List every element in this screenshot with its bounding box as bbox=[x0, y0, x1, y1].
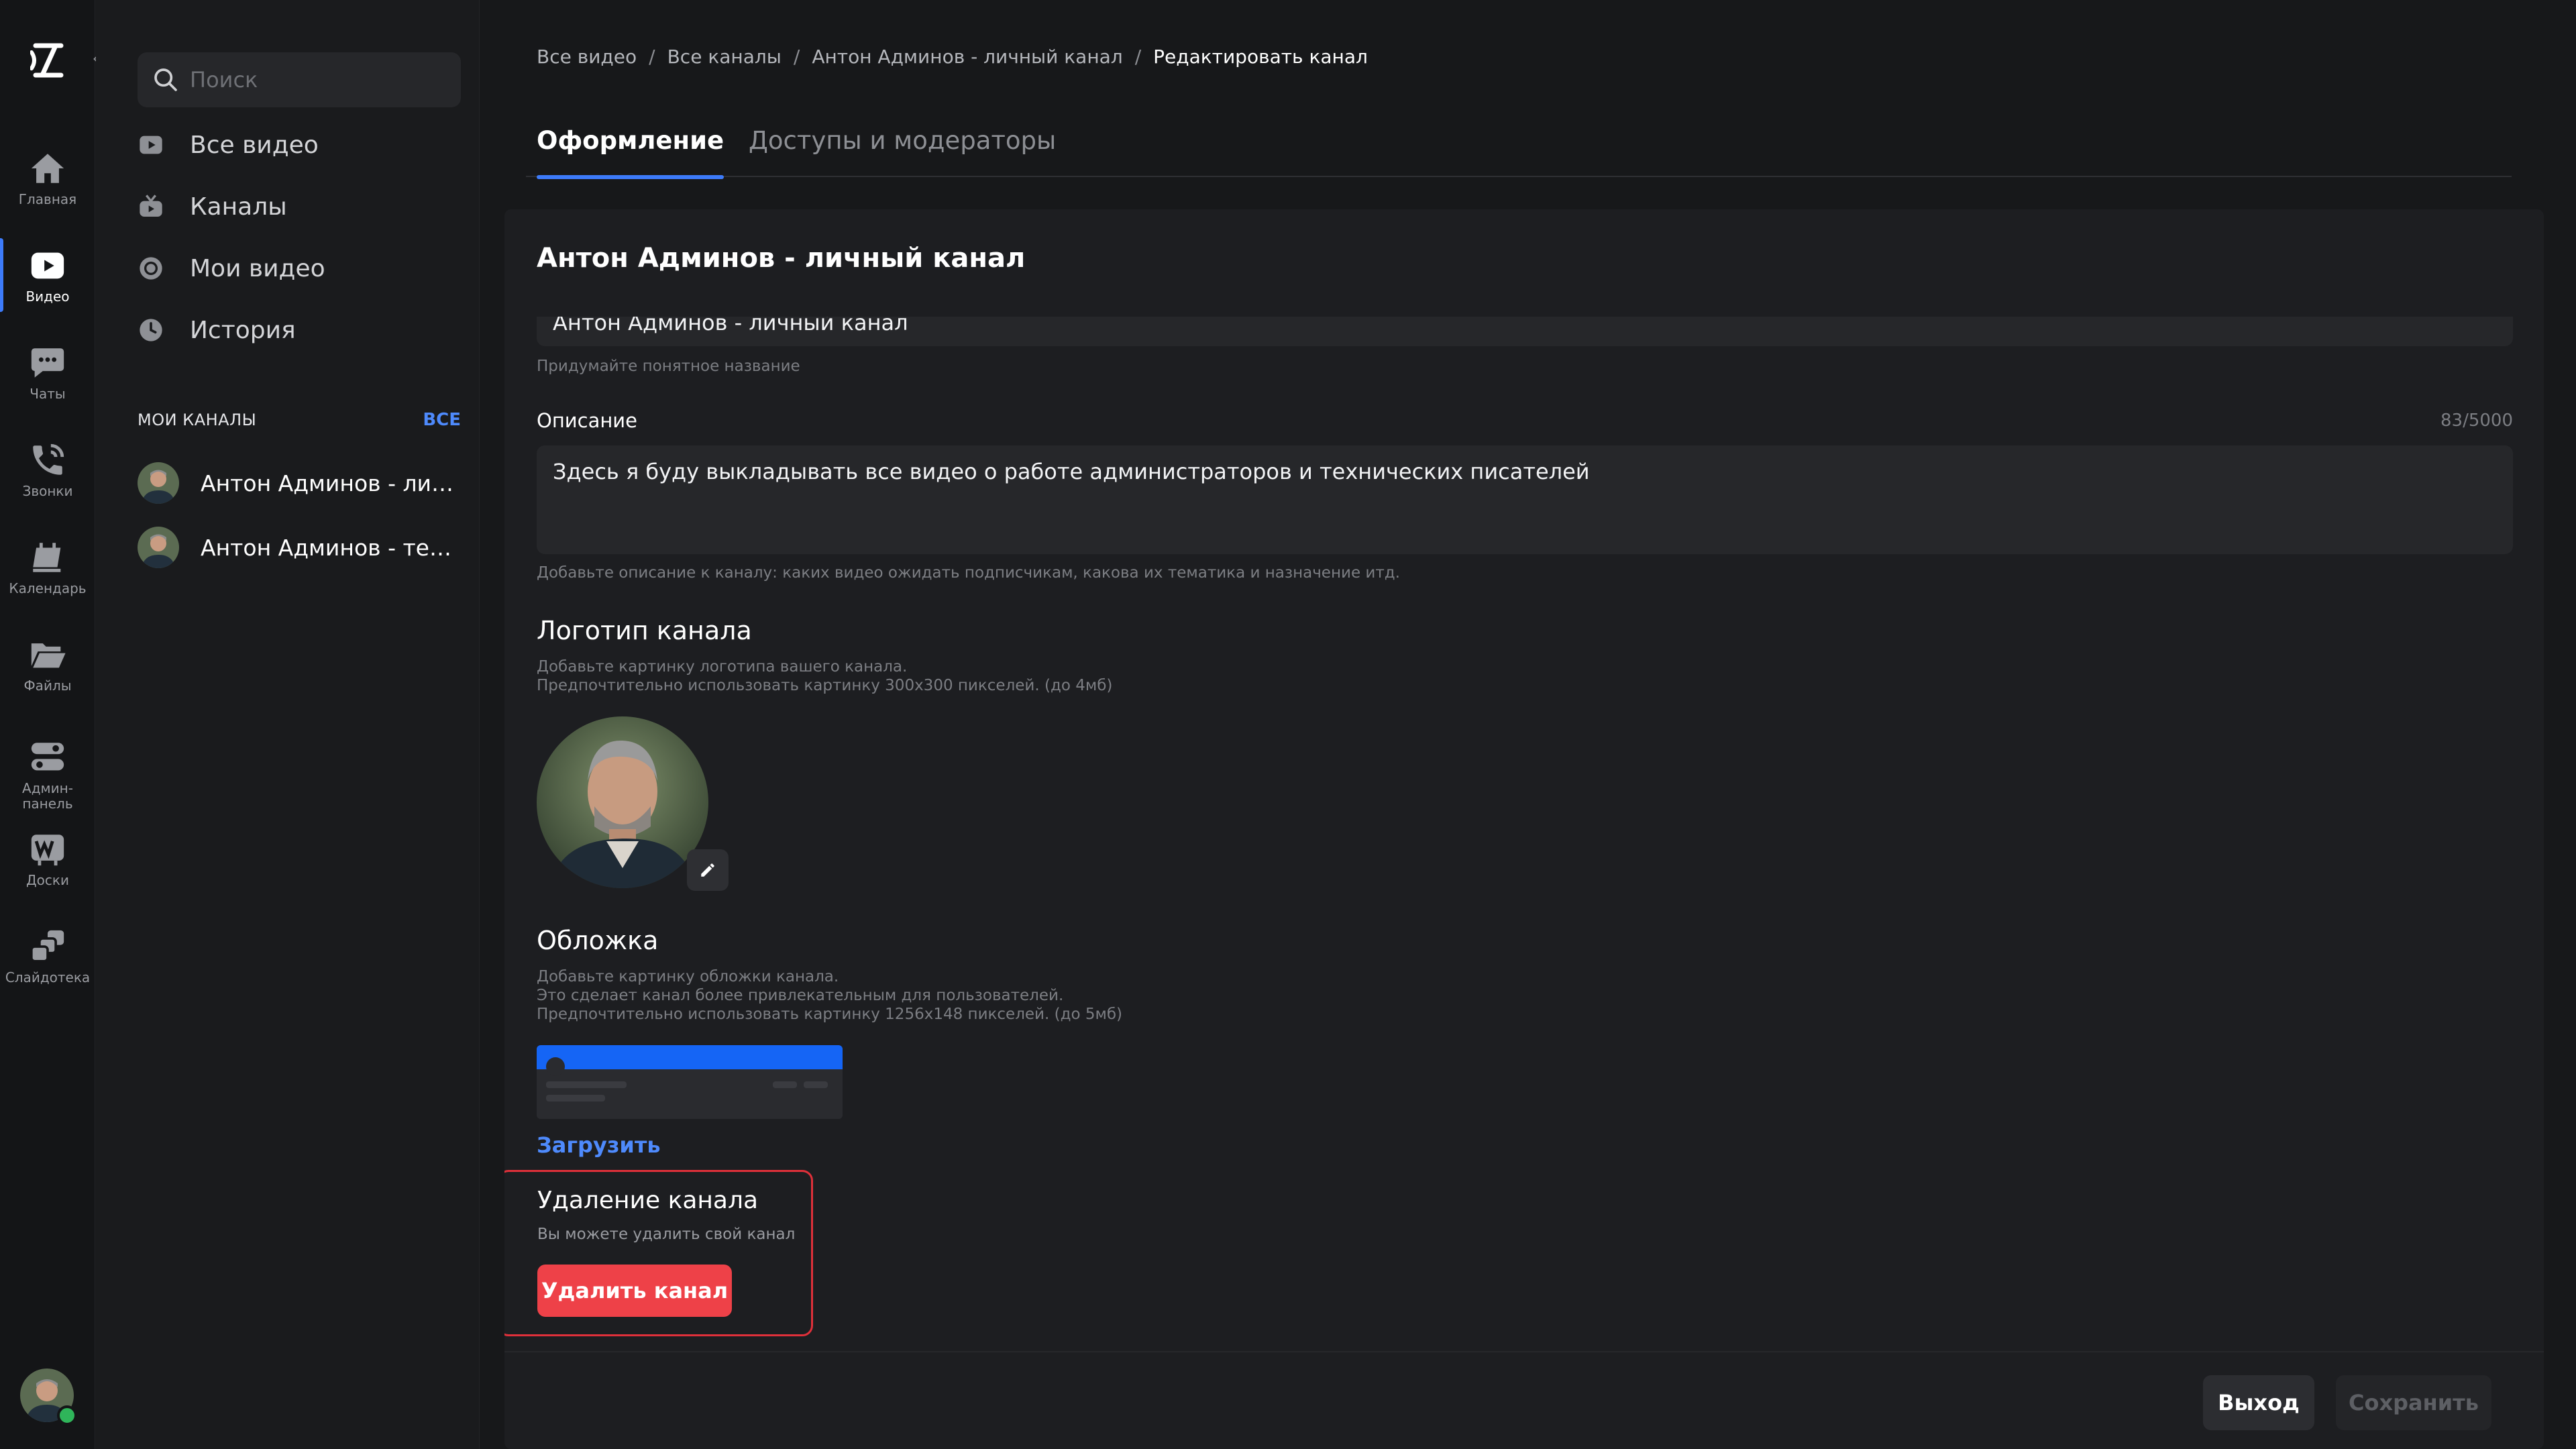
channel-list-item[interactable]: Антон Админов - тест... bbox=[138, 521, 461, 574]
online-status-badge bbox=[57, 1405, 77, 1426]
sidebar-item-history[interactable]: История bbox=[138, 303, 461, 357]
breadcrumb-separator: / bbox=[1134, 46, 1142, 68]
pencil-icon bbox=[701, 863, 714, 877]
description-label: Описание bbox=[537, 409, 637, 432]
description-textarea[interactable]: Здесь я буду выкладывать все видео о раб… bbox=[537, 445, 2513, 554]
rail-item-files[interactable]: Файлы bbox=[0, 621, 95, 708]
calendar-icon bbox=[33, 542, 61, 572]
search-icon bbox=[154, 68, 177, 91]
delete-channel-button[interactable]: Удалить канал bbox=[537, 1265, 732, 1317]
form-footer: Выход Сохранить bbox=[504, 1351, 2544, 1449]
app-logo-icon[interactable] bbox=[30, 40, 66, 80]
icon-rail: ‹ Главная Видео Чаты Звонки Календарь Фа… bbox=[0, 0, 100, 1449]
sidebar-item-channels[interactable]: Каналы bbox=[138, 180, 461, 233]
panel-header: Антон Админов - личный канал bbox=[504, 209, 2544, 317]
rail-item-label: Доски bbox=[26, 871, 69, 888]
rail-item-admin[interactable]: Админ- панель bbox=[0, 724, 95, 825]
record-icon bbox=[140, 257, 162, 280]
rail-item-label: Чаты bbox=[30, 385, 66, 402]
logo-hint-line2: Предпочтительно использовать картинку 30… bbox=[537, 677, 1113, 694]
rail-item-home[interactable]: Главная bbox=[0, 134, 95, 221]
tab-bar: Оформление Доступы и модераторы bbox=[526, 121, 2512, 179]
search-box[interactable] bbox=[138, 52, 461, 107]
folder-icon bbox=[31, 643, 66, 667]
rail-item-calls[interactable]: Звонки bbox=[0, 426, 95, 513]
channel-name: Антон Админов - тест... bbox=[201, 534, 459, 561]
tab-design[interactable]: Оформление bbox=[537, 121, 724, 179]
cover-hint-line3: Предпочтительно использовать картинку 12… bbox=[537, 1006, 1123, 1023]
channel-logo-image bbox=[537, 716, 708, 888]
channel-list-item[interactable]: Антон Админов - личн... bbox=[138, 456, 461, 510]
sidebar-item-label: Все видео bbox=[190, 131, 319, 159]
rail-item-label: Файлы bbox=[23, 677, 72, 694]
upload-cover-link[interactable]: Загрузить bbox=[537, 1132, 661, 1158]
panel-title: Антон Админов - личный канал bbox=[537, 243, 1026, 274]
rail-item-boards[interactable]: Доски bbox=[0, 815, 95, 902]
breadcrumb-separator: / bbox=[649, 46, 655, 68]
channel-avatar bbox=[138, 462, 179, 504]
main-content: Все видео / Все каналы / Антон Админов -… bbox=[480, 0, 2576, 1449]
all-channels-link[interactable]: ВСЕ bbox=[423, 410, 461, 430]
rail-item-label: Видео bbox=[25, 288, 70, 305]
phone-icon bbox=[33, 443, 64, 475]
sidebar-item-label: История bbox=[190, 316, 296, 344]
admin-icon bbox=[31, 743, 64, 771]
logo-hint-line1: Добавьте картинку логотипа вашего канала… bbox=[537, 658, 908, 676]
edit-channel-panel: Антон Админов - личный канал Антон Админ… bbox=[504, 209, 2544, 1449]
slides-icon bbox=[30, 930, 64, 963]
breadcrumb-separator: / bbox=[793, 46, 800, 68]
cover-section-title: Обложка bbox=[537, 926, 659, 955]
rail-item-label: Календарь bbox=[9, 580, 87, 596]
channel-avatar bbox=[138, 527, 179, 568]
breadcrumb-current: Редактировать канал bbox=[1153, 46, 1368, 68]
description-value: Здесь я буду выкладывать все видео о раб… bbox=[553, 459, 1590, 484]
video-icon bbox=[31, 252, 64, 278]
search-input[interactable] bbox=[190, 67, 445, 93]
breadcrumb-all-videos[interactable]: Все видео bbox=[537, 46, 637, 68]
rail-item-label: Звонки bbox=[22, 482, 73, 499]
breadcrumb-all-channels[interactable]: Все каналы bbox=[667, 46, 782, 68]
sidebar-item-all-videos[interactable]: Все видео bbox=[138, 118, 461, 172]
rail-item-slides[interactable]: Слайдотека bbox=[0, 912, 95, 1000]
rail-item-chats[interactable]: Чаты bbox=[0, 329, 95, 416]
channel-name-hint: Придумайте понятное название bbox=[537, 358, 800, 375]
tv-icon bbox=[140, 195, 162, 217]
delete-section-title: Удаление канала bbox=[537, 1187, 759, 1214]
rail-item-label: Слайдотека bbox=[5, 969, 91, 985]
app-root: ‹ Главная Видео Чаты Звонки Календарь Фа… bbox=[0, 0, 2576, 1449]
tab-access-moderators[interactable]: Доступы и модераторы bbox=[749, 121, 1056, 177]
rail-item-label: Админ- панель bbox=[22, 780, 73, 812]
delete-section-hint: Вы можете удалить свой канал bbox=[537, 1226, 796, 1243]
channel-name: Антон Админов - личн... bbox=[201, 470, 459, 496]
breadcrumb-channel[interactable]: Антон Админов - личный канал bbox=[812, 46, 1122, 68]
sidebar-item-my-videos[interactable]: Мои видео bbox=[138, 241, 461, 295]
play-icon bbox=[140, 136, 162, 154]
sidebar-item-label: Каналы bbox=[190, 193, 287, 221]
my-channels-title: МОИ КАНАЛЫ bbox=[138, 411, 257, 429]
breadcrumb: Все видео / Все каналы / Антон Админов -… bbox=[537, 46, 1368, 68]
delete-channel-section: Удаление канала Вы можете удалить свой к… bbox=[504, 1170, 813, 1336]
board-icon bbox=[31, 834, 64, 865]
clock-icon bbox=[140, 319, 162, 341]
logo-section-title: Логотип канала bbox=[537, 616, 752, 645]
rail-item-video[interactable]: Видео bbox=[0, 231, 95, 319]
cover-hint-line1: Добавьте картинку обложки канала. bbox=[537, 968, 839, 985]
description-counter: 83/5000 bbox=[2440, 411, 2513, 431]
chat-icon bbox=[31, 347, 64, 378]
exit-button[interactable]: Выход bbox=[2203, 1375, 2314, 1430]
cover-preview bbox=[537, 1045, 843, 1119]
rail-item-calendar[interactable]: Календарь bbox=[0, 523, 95, 610]
video-sidebar: Все видео Каналы Мои видео История МОИ К… bbox=[96, 0, 480, 1449]
save-button[interactable]: Сохранить bbox=[2336, 1375, 2491, 1430]
home-icon bbox=[31, 153, 64, 183]
edit-logo-button[interactable] bbox=[687, 849, 729, 891]
my-channels-header: МОИ КАНАЛЫ ВСЕ bbox=[138, 408, 461, 432]
cover-hint-line2: Это сделает канал более привлекательным … bbox=[537, 987, 1064, 1004]
sidebar-item-label: Мои видео bbox=[190, 254, 325, 282]
rail-item-label: Главная bbox=[18, 191, 77, 207]
description-hint: Добавьте описание к каналу: каких видео … bbox=[537, 564, 1400, 582]
